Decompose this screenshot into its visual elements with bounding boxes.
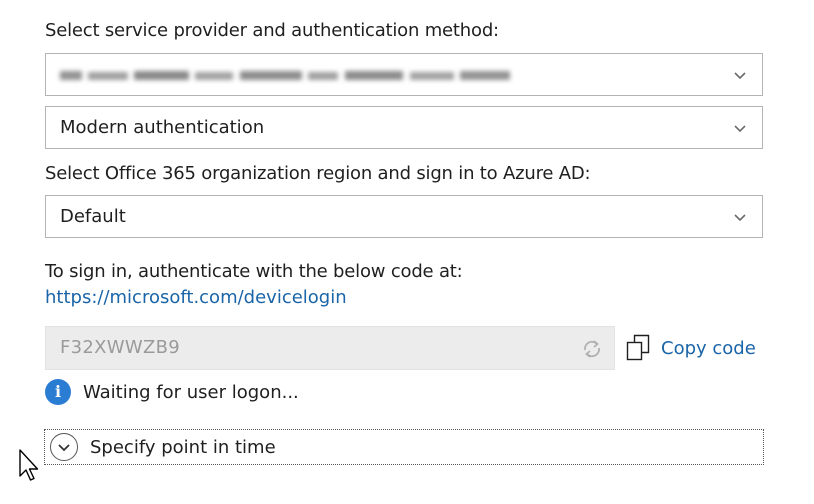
chevron-down-icon	[734, 125, 746, 133]
copy-code-button[interactable]: Copy code	[626, 333, 756, 363]
device-code-field: F32XWWZB9	[45, 326, 615, 370]
copy-code-label: Copy code	[661, 337, 756, 359]
status-text: Waiting for user logon...	[83, 381, 299, 403]
auth-method-dropdown[interactable]: Modern authentication	[45, 106, 763, 149]
auth-method-value: Modern authentication	[60, 117, 265, 138]
region-label: Select Office 365 organization region an…	[45, 163, 591, 184]
copy-icon	[626, 334, 650, 361]
service-provider-dropdown[interactable]	[45, 53, 763, 96]
chevron-down-icon	[734, 72, 746, 80]
chevron-down-icon	[734, 214, 746, 222]
region-dropdown[interactable]: Default	[45, 195, 763, 238]
mouse-pointer-icon	[19, 449, 39, 481]
status-message: i Waiting for user logon...	[45, 379, 299, 405]
info-icon: i	[45, 379, 71, 405]
provider-label: Select service provider and authenticati…	[45, 20, 499, 41]
expand-circle-icon	[50, 433, 78, 461]
region-value: Default	[60, 206, 126, 227]
refresh-icon[interactable]	[580, 338, 604, 360]
signin-instruction: To sign in, authenticate with the below …	[45, 261, 463, 282]
auth-settings-panel: Select service provider and authenticati…	[0, 0, 814, 504]
blurred-provider-value	[60, 68, 510, 82]
expander-label: Specify point in time	[90, 436, 276, 458]
device-login-link[interactable]: https://microsoft.com/devicelogin	[45, 287, 347, 308]
point-in-time-expander[interactable]: Specify point in time	[44, 429, 764, 465]
device-code-value: F32XWWZB9	[60, 337, 181, 358]
